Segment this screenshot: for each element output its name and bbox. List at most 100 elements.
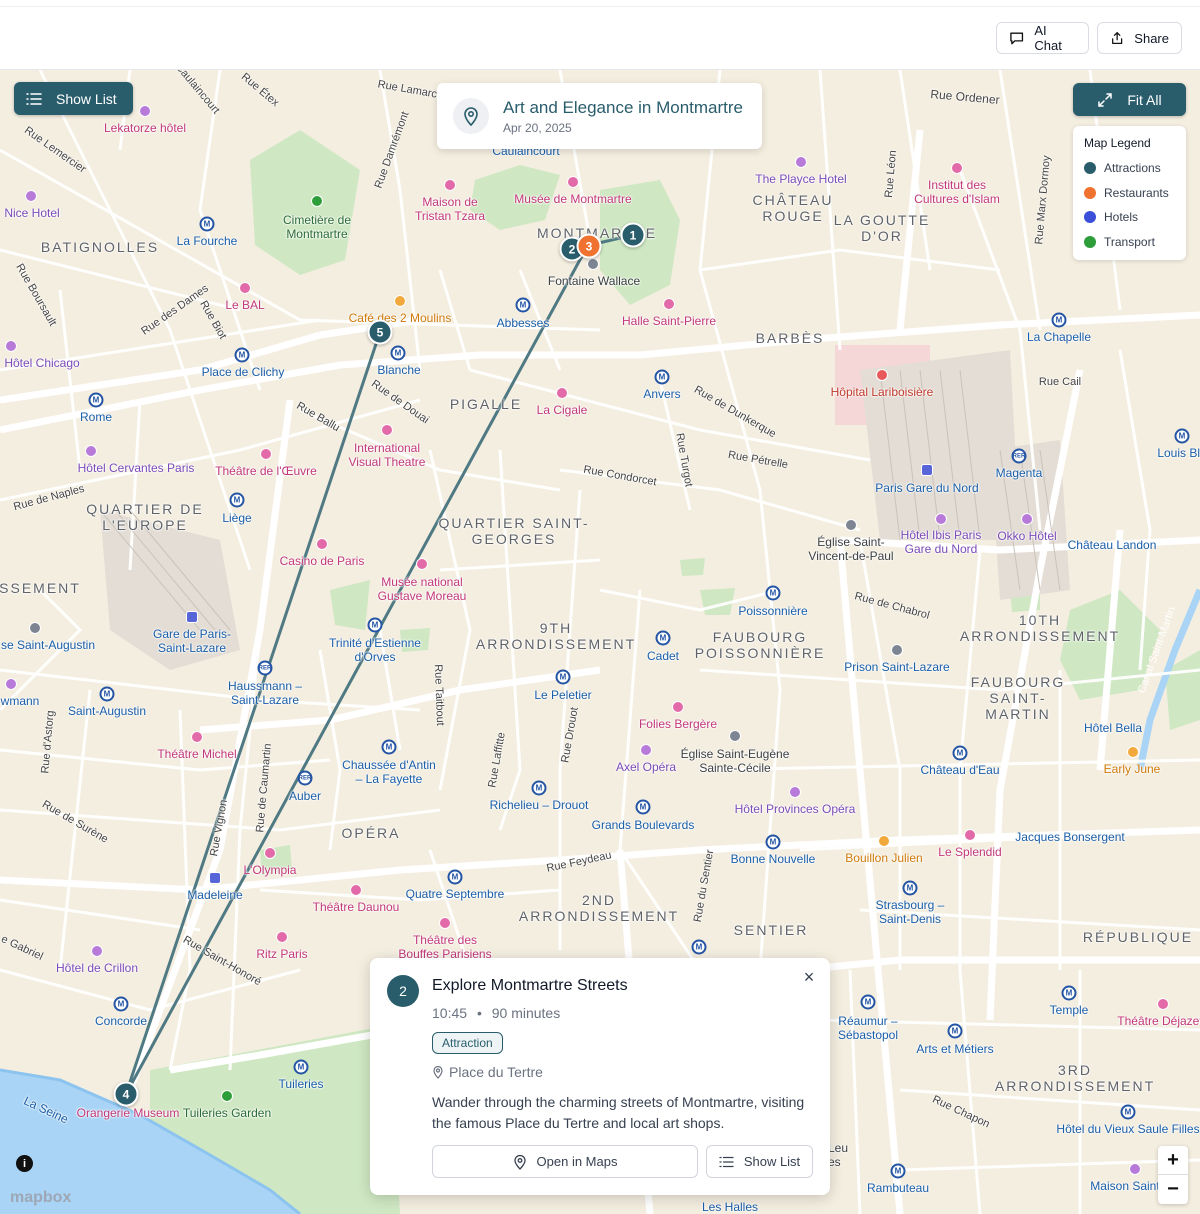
district-label: 10TH ARRONDISSEMENT <box>959 612 1121 644</box>
open-in-maps-label: Open in Maps <box>536 1154 618 1169</box>
district-label: PIGALLE <box>449 396 523 412</box>
metro-icon: M <box>691 939 707 955</box>
map-legend: Map Legend Attractions Restaurants Hotel… <box>1073 126 1186 260</box>
activity-location-text: Place du Tertre <box>449 1064 543 1080</box>
place-label: Musée national Gustave Moreau <box>377 575 467 603</box>
metro-icon: M <box>381 739 397 755</box>
transit-poi-icon <box>209 872 221 884</box>
zoom-out-button[interactable]: − <box>1158 1175 1188 1204</box>
metro-icon: M <box>860 994 876 1010</box>
metro-icon: M <box>531 780 547 796</box>
rer-icon: RER <box>1011 448 1027 464</box>
place-label: Haussmann – Saint-Lazare <box>227 679 303 707</box>
place-label: Théâtre Daunou <box>312 900 400 914</box>
card-show-list-button[interactable]: Show List <box>706 1145 813 1178</box>
activity-duration: 90 minutes <box>491 1005 561 1021</box>
attraction-poi-icon <box>239 282 251 294</box>
church-poi-icon <box>845 519 857 531</box>
itinerary-marker-1[interactable]: 1 <box>620 222 646 248</box>
district-label: 2ND ARRONDISSEMENT <box>518 892 680 924</box>
place-label: Hôtel du Vieux Saule Filles <box>1056 1122 1200 1136</box>
park-poi-icon <box>221 1090 233 1102</box>
metro-icon: M <box>555 669 571 685</box>
place-label: Musée de Montmartre <box>514 192 632 206</box>
metro-icon: M <box>952 745 968 761</box>
metro-icon: M <box>234 347 250 363</box>
info-icon[interactable]: i <box>16 1155 33 1172</box>
place-label: Prison Saint-Lazare <box>844 660 950 674</box>
hotel-poi-icon <box>5 678 17 690</box>
hotel-poi-icon <box>1021 513 1033 525</box>
place-label: The Playce Hotel <box>755 172 847 186</box>
attraction-poi-icon <box>556 387 568 399</box>
district-label: 3RD ARRONDISSEMENT <box>994 1062 1156 1094</box>
metro-icon: M <box>765 834 781 850</box>
metro-icon: M <box>654 369 670 385</box>
metro-icon: M <box>1174 428 1190 444</box>
place-label: Folies Bergère <box>638 717 718 731</box>
street-label: Rue Taitbout <box>431 664 447 726</box>
place-label: Place de Clichy <box>201 365 285 379</box>
metro-icon: M <box>890 1163 906 1179</box>
legend-item-transport: Transport <box>1084 230 1175 255</box>
place-label: Arts et Métiers <box>916 1042 994 1056</box>
museum-poi-icon <box>567 176 579 188</box>
card-show-list-label: Show List <box>743 1154 801 1169</box>
place-label: Les Halles <box>701 1200 759 1214</box>
itinerary-marker-4[interactable]: 4 <box>113 1081 139 1107</box>
ai-chat-button[interactable]: AI Chat <box>996 22 1089 54</box>
open-in-maps-button[interactable]: Open in Maps <box>432 1145 698 1178</box>
share-label: Share <box>1134 30 1169 46</box>
map-canvas[interactable]: BATIGNOLLES MONTMARTRE CHÂTEAU ROUGE LA … <box>0 70 1200 1214</box>
hotel-poi-icon <box>276 931 288 943</box>
attraction-poi-icon <box>439 917 451 929</box>
metro-icon: M <box>367 617 383 633</box>
metro-icon: M <box>655 630 671 646</box>
show-list-label: Show List <box>56 90 117 107</box>
close-icon[interactable]: × <box>800 968 818 986</box>
district-label: OPÉRA <box>341 825 401 841</box>
attraction-poi-icon <box>260 448 272 460</box>
mapbox-logo[interactable]: mapbox <box>10 1189 71 1207</box>
legend-label: Attractions <box>1104 161 1161 176</box>
place-label: Tuileries Garden <box>182 1106 272 1120</box>
attraction-poi-icon <box>316 538 328 550</box>
church-poi-icon <box>29 622 41 634</box>
share-icon <box>1112 32 1123 44</box>
place-label: Fontaine Wallace <box>547 274 641 288</box>
metro-icon: M <box>515 297 531 313</box>
place-label: Okko Hôtel <box>997 529 1057 543</box>
itinerary-marker-3[interactable]: 3 <box>576 233 602 259</box>
place-label: Quatre Septembre <box>405 887 505 901</box>
metro-icon: M <box>1061 985 1077 1001</box>
attraction-poi-icon <box>381 424 393 436</box>
list-icon <box>26 92 42 105</box>
fit-all-button[interactable]: Fit All <box>1073 83 1186 116</box>
metro-icon: M <box>229 492 245 508</box>
chat-icon <box>1010 32 1024 45</box>
district-label: SENTIER <box>733 922 809 938</box>
place-label: Axel Opéra <box>615 760 677 774</box>
place-label: Hôtel Bella <box>1083 721 1143 735</box>
metro-icon: M <box>765 585 781 601</box>
metro-icon: M <box>113 996 129 1012</box>
train-poi-icon <box>186 611 198 623</box>
place-label: Casino de Paris <box>279 554 365 568</box>
hotel-poi-icon <box>789 786 801 798</box>
legend-item-hotels: Hotels <box>1084 205 1175 230</box>
zoom-in-button[interactable]: + <box>1158 1146 1188 1175</box>
place-label: Théâtre Déjazet <box>1117 1014 1200 1028</box>
place-label: Blanche <box>377 363 421 377</box>
place-label: Paris Gare du Nord <box>875 481 979 495</box>
place-label: Théâtre Michel <box>157 747 237 761</box>
share-button[interactable]: Share <box>1097 22 1182 54</box>
hotel-poi-icon <box>85 445 97 457</box>
district-label: SSEMENT <box>0 580 81 596</box>
rer-icon: RER <box>257 660 273 676</box>
hotel-poi-icon <box>5 340 17 352</box>
place-label: International Visual Theatre <box>348 441 426 469</box>
rer-icon: RER <box>297 770 313 786</box>
show-list-button[interactable]: Show List <box>14 82 133 115</box>
cafe-poi-icon <box>1127 746 1139 758</box>
itinerary-marker-5[interactable]: 5 <box>367 319 393 345</box>
